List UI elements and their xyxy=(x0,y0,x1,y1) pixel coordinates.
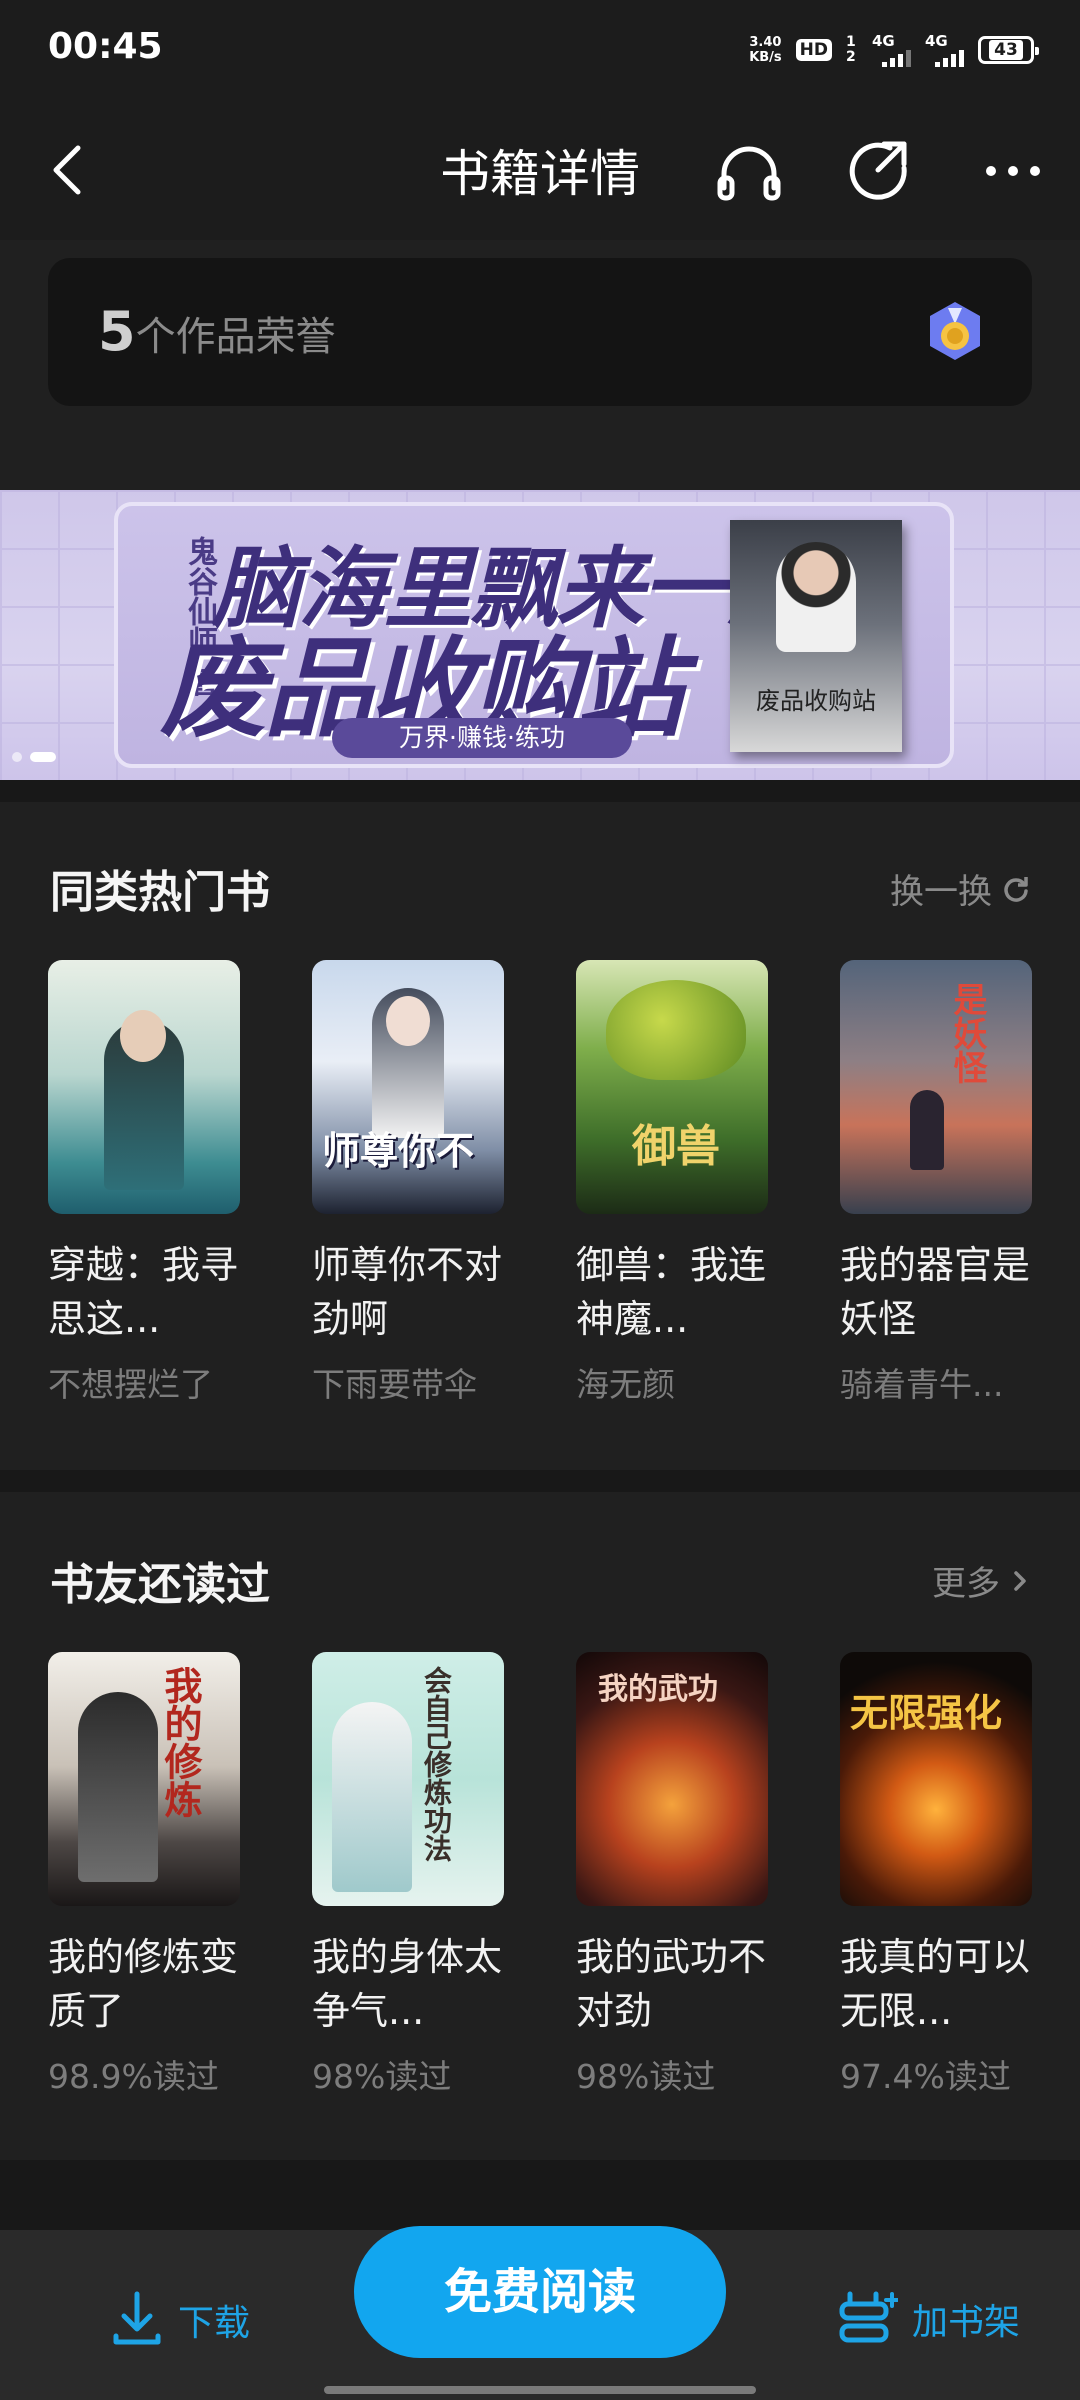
book-cover: 我的修炼 xyxy=(48,1652,240,1906)
book-cover: 我的武功 xyxy=(576,1652,768,1906)
battery-icon: 43 xyxy=(978,36,1039,64)
more-link[interactable]: 更多 xyxy=(932,1556,1030,1605)
book-author: 不想摆烂了 xyxy=(48,1365,213,1404)
banner-dot-active xyxy=(30,752,56,762)
book-title: 我的武功不对劲 xyxy=(576,1935,767,2033)
book-card[interactable]: 我的武功 我的武功不对劲 98%读过 xyxy=(576,1652,768,2098)
book-cover: 是妖怪 xyxy=(840,960,1032,1214)
honor-label: 个作品荣誉 xyxy=(135,314,336,360)
separator xyxy=(0,780,1080,802)
add-to-shelf-label: 加书架 xyxy=(911,2302,1020,2343)
book-card[interactable]: 是妖怪 我的器官是妖怪 骑着青牛... xyxy=(840,960,1032,1406)
book-cover: 无限强化 xyxy=(840,1652,1032,1906)
network-speed-unit: KB/s xyxy=(749,50,782,65)
battery-level: 43 xyxy=(989,40,1023,60)
banner-book-cover: 废品收购站 xyxy=(730,520,902,752)
book-author: 海无颜 xyxy=(576,1365,675,1404)
separator xyxy=(0,1470,1080,1492)
home-indicator[interactable] xyxy=(324,2386,756,2394)
nav-bar: 书籍详情 xyxy=(0,100,1080,240)
read-rate: 97.4%读过 xyxy=(840,2057,1011,2096)
status-indicators: 3.40 KB/s HD 1 2 4G 4G 43 xyxy=(749,28,1039,72)
section-title-also-read: 书友还读过 xyxy=(50,1559,270,1610)
bookshelf-add-icon xyxy=(839,2291,898,2343)
more-icon[interactable] xyxy=(978,138,1048,204)
signal-icon-sim1: 4G xyxy=(872,31,911,67)
network-speed-value: 3.40 xyxy=(749,35,782,50)
read-rate: 98%读过 xyxy=(312,2057,452,2096)
honor-text: 5个作品荣誉 xyxy=(98,300,336,363)
book-title: 我的器官是妖怪 xyxy=(840,1243,1031,1341)
honor-count: 5 xyxy=(98,300,136,363)
book-author: 骑着青牛... xyxy=(840,1365,1004,1404)
banner-slogan: 万界·赚钱·练功 xyxy=(332,718,632,758)
book-title: 师尊你不对劲啊 xyxy=(312,1243,503,1341)
hd-icon: HD xyxy=(795,39,832,61)
book-author: 下雨要带伞 xyxy=(312,1365,477,1404)
download-label: 下载 xyxy=(178,2303,251,2344)
chevron-right-icon xyxy=(1014,1570,1026,1591)
page-title: 书籍详情 xyxy=(0,134,1080,206)
share-icon[interactable] xyxy=(846,138,916,204)
download-button[interactable]: 下载 xyxy=(110,2290,250,2350)
refresh-label: 换一换 xyxy=(890,872,992,912)
book-card[interactable]: 会自己修炼功法 我的身体太争气... 98%读过 xyxy=(312,1652,504,2098)
book-cover: 御兽 xyxy=(576,960,768,1214)
book-card[interactable]: 无限强化 我真的可以无限... 97.4%读过 xyxy=(840,1652,1032,2098)
book-title: 我的身体太争气... xyxy=(312,1935,503,2033)
add-to-shelf-button[interactable]: 加书架 xyxy=(836,2290,1020,2348)
status-bar: 00:45 3.40 KB/s HD 1 2 4G 4G 43 xyxy=(0,0,1080,100)
refresh-button[interactable]: 换一换 xyxy=(890,864,1030,913)
banner-pagination xyxy=(12,752,56,762)
medal-icon xyxy=(930,302,980,360)
book-title: 御兽：我连神魔... xyxy=(576,1243,767,1341)
book-card[interactable]: 师尊你不 师尊你不对劲啊 下雨要带伞 xyxy=(312,960,504,1406)
book-cover: 会自己修炼功法 xyxy=(312,1652,504,1906)
banner-dot xyxy=(12,752,22,762)
signal-label-sim2: 4G xyxy=(925,31,948,50)
more-label: 更多 xyxy=(932,1564,1000,1604)
page-title-text: 书籍详情 xyxy=(440,145,640,203)
download-icon xyxy=(113,2291,161,2345)
headphones-icon[interactable] xyxy=(714,138,784,204)
free-read-button[interactable]: 免费阅读 xyxy=(354,2226,726,2358)
network-speed: 3.40 KB/s xyxy=(749,35,781,65)
section-title-similar: 同类热门书 xyxy=(50,867,270,918)
signal-label-sim1: 4G xyxy=(872,31,895,50)
promo-banner[interactable]: 鬼谷仙师 著 脑海里飘来一座 废品收购站 万界·赚钱·练功 废品收购站 xyxy=(0,490,1080,780)
book-title: 我真的可以无限... xyxy=(840,1935,1031,2033)
book-title: 穿越：我寻思这... xyxy=(48,1243,239,1341)
honor-card[interactable]: 5个作品荣誉 xyxy=(48,258,1032,406)
book-card[interactable]: 御兽 御兽：我连神魔... 海无颜 xyxy=(576,960,768,1406)
banner-cover-title: 废品收购站 xyxy=(756,687,876,715)
book-cover xyxy=(48,960,240,1214)
refresh-icon xyxy=(1004,876,1028,902)
signal-icon-sim2: 4G xyxy=(925,31,964,67)
separator xyxy=(0,2160,1080,2230)
status-time: 00:45 xyxy=(48,26,163,67)
book-card[interactable]: 我的修炼 我的修炼变质了 98.9%读过 xyxy=(48,1652,240,2098)
similar-books-section: 同类热门书 换一换 穿越：我寻思这... 不想摆烂了 师尊你不 师尊你不对劲啊 … xyxy=(0,780,1080,1470)
book-card[interactable]: 穿越：我寻思这... 不想摆烂了 xyxy=(48,960,240,1406)
also-read-section: 书友还读过 更多 我的修炼 我的修炼变质了 98.9%读过 会自己修炼功法 我的… xyxy=(0,1470,1080,2160)
read-rate: 98.9%读过 xyxy=(48,2057,219,2096)
read-rate: 98%读过 xyxy=(576,2057,716,2096)
hd-sim-label: 1 2 xyxy=(846,34,856,65)
book-cover: 师尊你不 xyxy=(312,960,504,1214)
cover-figure xyxy=(776,542,856,652)
book-title: 我的修炼变质了 xyxy=(48,1935,239,2033)
